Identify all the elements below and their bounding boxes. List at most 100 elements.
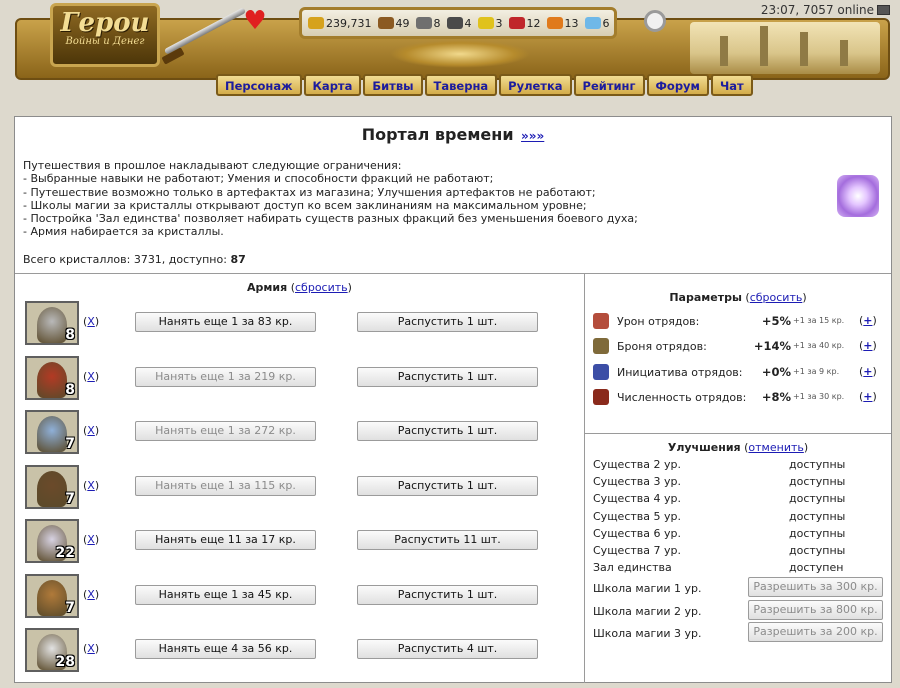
- resource-item: 239,731: [308, 17, 372, 30]
- increase-param-link[interactable]: +: [863, 390, 872, 403]
- mail-icon[interactable]: [877, 5, 890, 15]
- upgrade-row: Существа 3 ур. доступны: [593, 474, 891, 491]
- divider: [585, 433, 891, 434]
- param-row: Инициатива отрядов: +0% +1 за 9 кр. (+): [593, 362, 891, 388]
- remove-unit-wrap: (X): [83, 315, 100, 328]
- remove-unit-link[interactable]: X: [87, 370, 95, 383]
- unit-count: 8: [65, 381, 75, 398]
- resource-value: 239,731: [326, 16, 372, 30]
- dismiss-button[interactable]: Распустить 4 шт.: [357, 639, 538, 659]
- remove-unit-link[interactable]: X: [87, 315, 95, 328]
- unit-portrait[interactable]: 7: [25, 410, 79, 454]
- param-label: Урон отрядов:: [617, 315, 700, 328]
- increase-param-link[interactable]: +: [863, 314, 872, 327]
- upgrade-status: доступны: [789, 509, 846, 523]
- remove-unit-wrap: (X): [83, 587, 100, 601]
- param-label: Инициатива отрядов:: [617, 366, 743, 379]
- unit-art: [37, 361, 67, 398]
- army-reset-link[interactable]: сбросить: [295, 281, 348, 294]
- armor-icon: [593, 338, 609, 354]
- unit-portrait[interactable]: 7: [25, 573, 79, 618]
- upgrade-row: Существа 2 ур. доступны: [593, 457, 891, 474]
- unit-art: [37, 579, 67, 616]
- upgrades-header: Улучшения (отменить): [667, 441, 809, 454]
- resource-item: 8: [415, 17, 441, 30]
- resource-value: 13: [564, 16, 579, 30]
- castle-tower: [800, 32, 808, 66]
- army-unit-row: 28 (X) Нанять еще 4 за 56 кр. Распустить 4 …: [25, 628, 580, 674]
- remove-unit-link[interactable]: X: [87, 588, 95, 601]
- remove-unit-link[interactable]: X: [87, 533, 95, 546]
- hire-button[interactable]: Нанять еще 4 за 56 кр.: [135, 639, 316, 659]
- info-line: - Выбранные навыки не работают; Умения и…: [23, 172, 494, 186]
- info-line: - Постройка 'Зал единства' позволяет наб…: [23, 212, 638, 226]
- nav-item[interactable]: Чат: [710, 74, 753, 96]
- nav-item[interactable]: Битвы: [363, 74, 423, 96]
- heart-icon[interactable]: ♥: [243, 8, 267, 34]
- remove-unit-link[interactable]: X: [87, 424, 95, 437]
- title-row: Портал времени »»»: [15, 125, 891, 144]
- nav-item[interactable]: Карта: [303, 74, 362, 96]
- nav-item[interactable]: Персонаж: [216, 74, 302, 96]
- army-unit-row: 8 (X) Нанять еще 1 за 83 кр. Распустить 1 ш…: [25, 301, 580, 347]
- resources-bar: 239,731 49 8 4 3 12 13 6: [299, 7, 617, 39]
- hire-button[interactable]: Нанять еще 1 за 45 кр.: [135, 584, 316, 605]
- nav-item[interactable]: Таверна: [424, 74, 498, 96]
- remove-unit-link[interactable]: X: [87, 479, 95, 492]
- param-row: Численность отрядов: +8% +1 за 30 кр. (+): [593, 387, 891, 413]
- remove-unit-wrap: (X): [83, 642, 100, 655]
- hire-button: Нанять еще 1 за 219 кр.: [135, 366, 316, 387]
- param-plus-wrap: (+): [859, 365, 877, 378]
- dismiss-button[interactable]: Распустить 1 шт.: [357, 312, 538, 332]
- wood-icon: [377, 17, 394, 29]
- unit-portrait[interactable]: 7: [25, 464, 79, 509]
- unlock-school-button: Разрешить за 800 кр.: [748, 599, 883, 620]
- remove-unit-link[interactable]: X: [87, 642, 95, 655]
- params-reset-link[interactable]: сбросить: [750, 291, 803, 304]
- nav-item[interactable]: Рейтинг: [573, 74, 645, 96]
- unit-art: [37, 416, 67, 452]
- upgrade-status: доступны: [789, 492, 846, 506]
- unit-art: [37, 307, 67, 343]
- magic-school-row: Школа магии 3 ур. Разрешить за 200 кр.: [593, 622, 891, 643]
- dismiss-button[interactable]: Распустить 1 шт.: [357, 366, 538, 387]
- army-unit-row: 7 (X) Нанять еще 1 за 115 кр. Распустить 1 …: [25, 464, 580, 511]
- totals-label: Всего кристаллов: 3731, доступно:: [23, 253, 227, 266]
- magic-school-label: Школа магии 1 ур.: [593, 582, 702, 595]
- nav-item[interactable]: Рулетка: [499, 74, 572, 96]
- param-label: Броня отрядов:: [617, 340, 707, 353]
- logo[interactable]: Герои Войны и Денег: [50, 3, 160, 67]
- increase-param-link[interactable]: +: [863, 339, 872, 352]
- more-link[interactable]: »»»: [521, 129, 544, 143]
- param-value: +0%: [761, 365, 791, 379]
- unit-count: 8: [65, 327, 75, 343]
- dismiss-button[interactable]: Распустить 1 шт.: [357, 584, 538, 605]
- dismiss-button[interactable]: Распустить 1 шт.: [357, 421, 538, 441]
- magic-school-label: Школа магии 2 ур.: [593, 604, 702, 618]
- gold-icon: [308, 17, 324, 29]
- unit-art: [37, 470, 67, 507]
- unit-portrait[interactable]: 8: [25, 355, 79, 400]
- upgrade-status: доступны: [789, 475, 846, 489]
- unit-portrait[interactable]: 28: [25, 628, 79, 672]
- upgrades-cancel-link[interactable]: отменить: [748, 441, 803, 454]
- unit-portrait[interactable]: 22: [25, 519, 79, 563]
- crystal-totals: Всего кристаллов: 3731, доступно: 87: [23, 253, 246, 266]
- upgrades-title: Улучшения: [667, 441, 741, 454]
- ring-icon[interactable]: [644, 10, 666, 32]
- hire-button[interactable]: Нанять еще 11 за 17 кр.: [135, 530, 316, 550]
- remove-unit-wrap: (X): [83, 369, 100, 383]
- param-note: +1 за 40 кр.: [793, 341, 845, 350]
- upgrade-status: доступны: [789, 526, 846, 540]
- dismiss-button[interactable]: Распустить 11 шт.: [357, 530, 538, 550]
- damage-icon: [593, 313, 609, 329]
- dismiss-button[interactable]: Распустить 1 шт.: [357, 475, 538, 496]
- increase-param-link[interactable]: +: [863, 365, 872, 378]
- hire-button[interactable]: Нанять еще 1 за 83 кр.: [135, 312, 316, 332]
- upgrade-label: Существа 2 ур.: [593, 458, 681, 471]
- nav-item[interactable]: Форум: [646, 74, 709, 96]
- resource-item: 13: [546, 16, 579, 30]
- resource-value: 6: [602, 16, 610, 30]
- unit-portrait[interactable]: 8: [25, 301, 79, 345]
- magic-school-row: Школа магии 1 ур. Разрешить за 300 кр.: [593, 577, 891, 598]
